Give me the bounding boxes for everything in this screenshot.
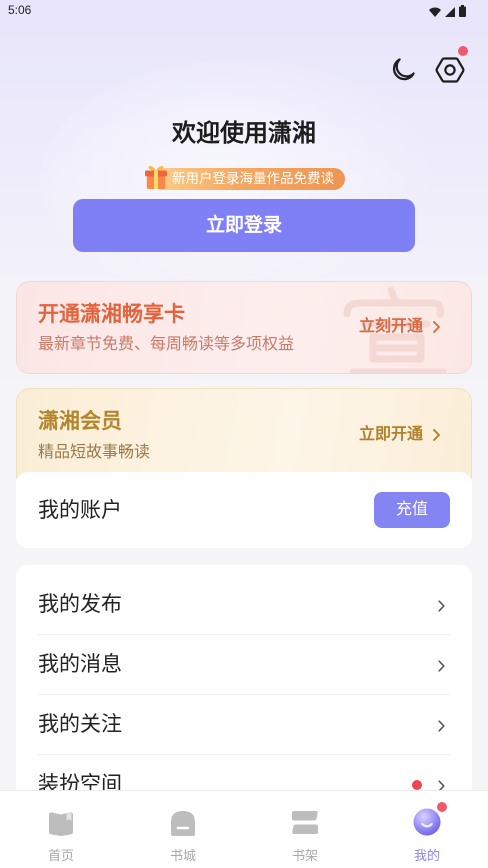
signal-icon [445,4,455,22]
store-icon [167,807,199,839]
moon-icon[interactable] [388,55,418,85]
menu-item-label: 我的发布 [38,593,122,616]
status-time: 5:06 [8,3,32,17]
tab-badge [437,802,447,812]
bottom-nav: 首页 书城 书架 我的 [0,790,488,868]
member-open-button[interactable]: 立即开通 [359,424,440,446]
book-icon [45,807,77,839]
bookshelf-icon [289,807,321,839]
wifi-icon [429,4,441,22]
tab-label: 首页 [47,848,74,863]
chevron-right-icon [438,659,445,672]
red-dot-badge [412,780,422,790]
menu-item-messages[interactable]: 我的消息 [38,635,450,695]
gift-icon [143,163,169,190]
status-bar: 5:06 [0,0,488,20]
chevron-right-icon [438,719,445,732]
chevron-right-icon [433,321,440,333]
tab-label: 书城 [169,848,196,863]
tab-label: 书架 [291,848,318,863]
welcome-title: 欢迎使用潇湘 [172,120,316,147]
status-icons [429,4,466,22]
vip-open-button[interactable]: 立刻开通 [359,316,440,338]
tab-store[interactable]: 书城 [122,791,244,868]
promo-text: 新用户登录海量作品免费读 [152,168,345,190]
account-label: 我的账户 [38,499,122,522]
tab-home[interactable]: 首页 [0,791,122,868]
menu-item-label: 我的关注 [38,713,122,736]
recharge-button[interactable]: 充值 [374,492,450,528]
profile-icon [413,808,441,836]
menu-item-label: 我的消息 [38,653,122,676]
vip-card[interactable]: 开通潇湘畅享卡 最新章节免费、每周畅读等多项权益 立刻开通 [16,281,472,374]
battery-icon [459,4,466,22]
menu-item-publish[interactable]: 我的发布 [38,575,450,635]
account-card[interactable]: 我的账户 充值 [16,472,472,548]
chevron-right-icon [438,599,445,612]
chevron-right-icon [433,429,440,441]
tab-bookshelf[interactable]: 书架 [244,791,366,868]
tab-label: 我的 [413,848,440,863]
menu-item-following[interactable]: 我的关注 [38,695,450,755]
member-card-subtitle: 精品短故事畅读 [38,444,151,461]
vip-card-subtitle: 最新章节免费、每周畅读等多项权益 [38,336,295,353]
member-card-title: 潇湘会员 [38,410,122,433]
promo-banner[interactable]: 新用户登录海量作品免费读 [143,163,348,191]
vip-card-title: 开通潇湘畅享卡 [38,303,185,326]
tab-mine[interactable]: 我的 [366,791,488,868]
member-open-label: 立即开通 [358,426,423,443]
vip-open-label: 立刻开通 [358,318,423,335]
settings-badge [458,46,468,56]
settings-icon[interactable] [434,54,466,86]
login-button[interactable]: 立即登录 [73,199,415,252]
